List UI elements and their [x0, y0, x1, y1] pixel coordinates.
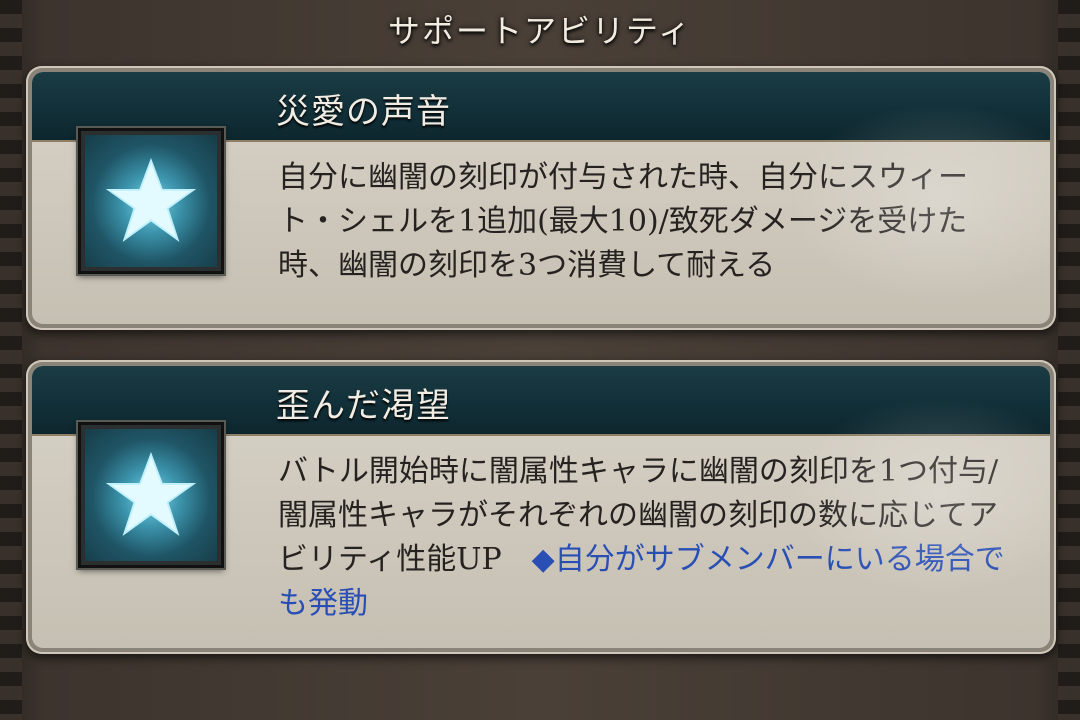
- ability-card-1: 災愛の声音 自分に幽闇の刻印が付与された時、自分にスウィート・シェルを1追加(最…: [26, 66, 1056, 330]
- ability-card-2: 歪んだ渇望 バトル開始時に闇属性キャラに幽闇の刻印を1つ付与/闇属性キャラがそれ…: [26, 360, 1056, 654]
- ability-description-text: 自分に幽闇の刻印が付与された時、自分にスウィート・シェルを1追加(最大10)/致…: [278, 160, 968, 283]
- screen-title: サポートアビリティ: [387, 12, 693, 50]
- left-border-ornament: [0, 0, 22, 720]
- ability-title: 災愛の声音: [276, 92, 451, 132]
- ability-icon-button[interactable]: [78, 128, 224, 274]
- ability-title: 歪んだ渇望: [276, 386, 451, 426]
- ability-description: バトル開始時に闇属性キャラに幽闇の刻印を1つ付与/闇属性キャラがそれぞれの幽闇の…: [278, 450, 1018, 626]
- star-icon: [85, 429, 217, 561]
- star-icon: [85, 135, 217, 267]
- right-border-ornament: [1058, 0, 1080, 720]
- ability-description: 自分に幽闇の刻印が付与された時、自分にスウィート・シェルを1追加(最大10)/致…: [278, 156, 1018, 288]
- screen-header: サポートアビリティ: [0, 0, 1080, 58]
- ability-icon-button[interactable]: [78, 422, 224, 568]
